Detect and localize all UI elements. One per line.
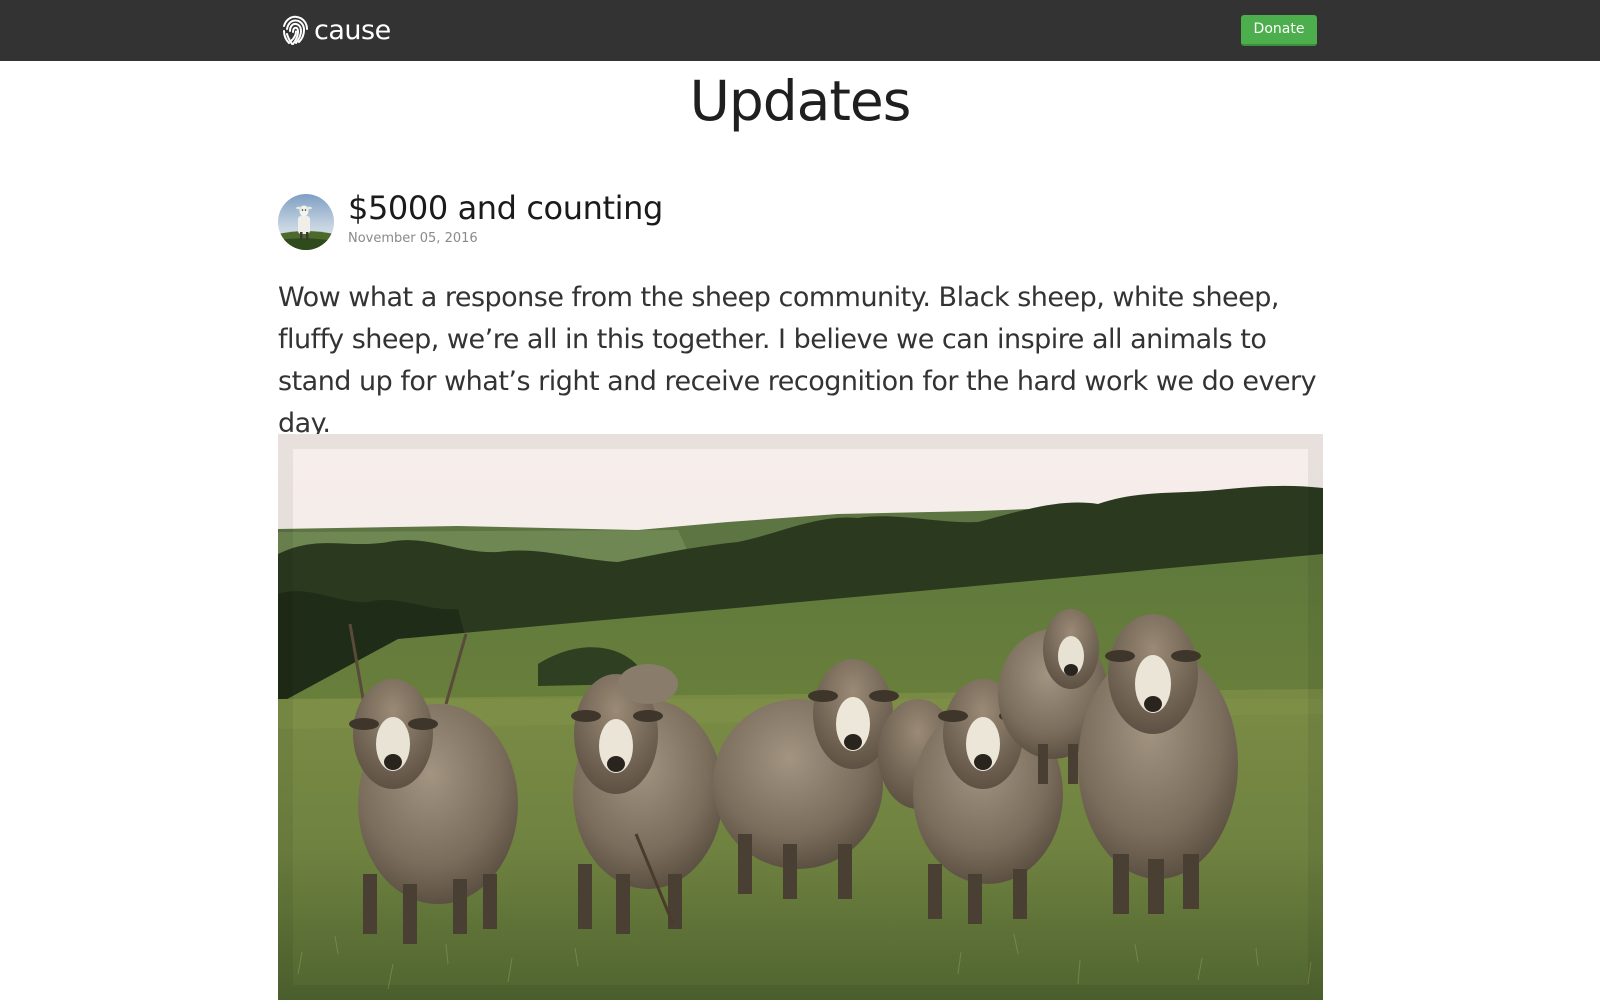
donate-button[interactable]: Donate	[1241, 15, 1317, 46]
post-title: $5000 and counting	[348, 189, 663, 227]
sheep-avatar-icon	[278, 194, 334, 250]
brand-logo-link[interactable]: cause	[280, 13, 391, 49]
post-photo	[278, 434, 1323, 1000]
sheep-flock-image	[278, 434, 1323, 1000]
post-date: November 05, 2016	[348, 231, 478, 246]
post-body-text: Wow what a response from the sheep commu…	[278, 282, 1317, 439]
brand-name: cause	[314, 14, 391, 46]
page-title: Updates	[689, 69, 912, 133]
fingerprint-icon	[283, 15, 308, 45]
top-navigation-bar: cause Donate	[0, 0, 1600, 61]
author-avatar[interactable]	[278, 194, 334, 250]
